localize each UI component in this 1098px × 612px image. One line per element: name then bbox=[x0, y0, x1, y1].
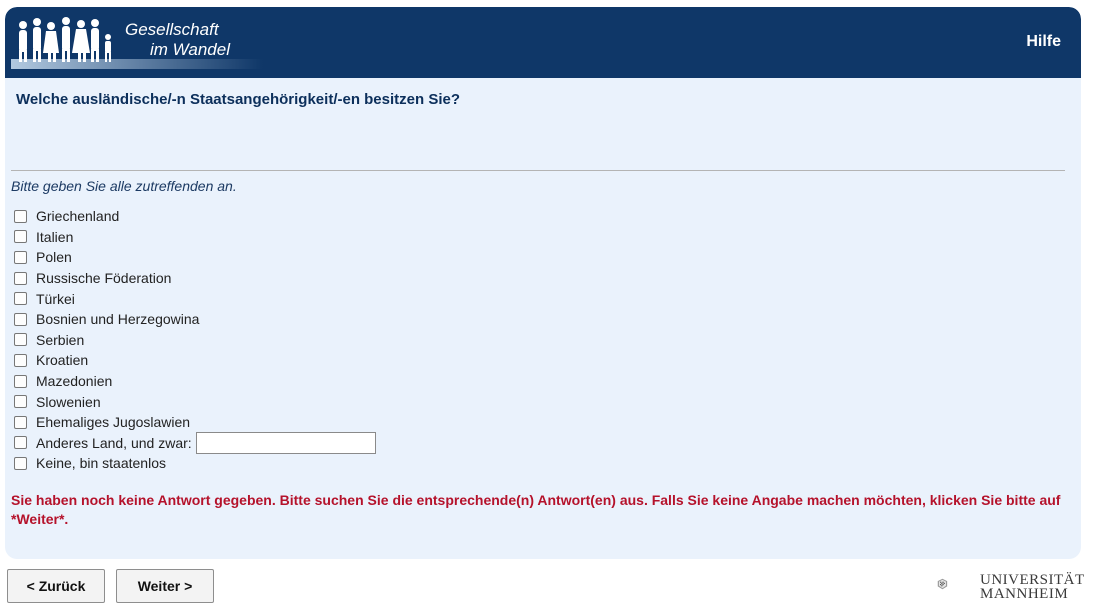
option-keine-staatenlos[interactable]: Keine, bin staatenlos bbox=[14, 453, 376, 474]
options-list: Griechenland Italien Polen Russische Föd… bbox=[14, 206, 376, 474]
option-russische-foederation[interactable]: Russische Föderation bbox=[14, 268, 376, 289]
checkbox[interactable] bbox=[14, 436, 27, 450]
option-anderes-land[interactable]: Anderes Land, und zwar: bbox=[14, 431, 376, 454]
option-label: Griechenland bbox=[36, 208, 120, 225]
option-label: Türkei bbox=[36, 290, 75, 307]
logo-text: Gesellschaft im Wandel bbox=[125, 20, 230, 60]
header-bar: Gesellschaft im Wandel Hilfe bbox=[5, 7, 1081, 78]
option-label: Kroatien bbox=[36, 352, 89, 369]
other-country-input[interactable] bbox=[195, 431, 376, 454]
option-serbien[interactable]: Serbien bbox=[14, 330, 376, 351]
checkbox[interactable] bbox=[14, 333, 27, 347]
option-label: Slowenien bbox=[36, 393, 101, 410]
checkbox[interactable] bbox=[14, 353, 27, 367]
option-label: Italien bbox=[36, 228, 74, 245]
checkbox[interactable] bbox=[14, 271, 27, 285]
logo-text-line2: im Wandel bbox=[150, 40, 230, 59]
checkbox[interactable] bbox=[14, 312, 27, 326]
option-label: Bosnien und Herzegowina bbox=[36, 311, 200, 328]
checkbox[interactable] bbox=[14, 395, 27, 409]
instruction-text: Bitte geben Sie alle zutreffenden an. bbox=[11, 178, 237, 194]
divider bbox=[11, 170, 1065, 171]
checkbox[interactable] bbox=[14, 456, 27, 470]
option-polen[interactable]: Polen bbox=[14, 247, 376, 268]
university-line2: MANNHEIM bbox=[980, 586, 1069, 602]
university-name: UNIVERSITÄT MANNHEIM bbox=[980, 572, 1085, 602]
option-tuerkei[interactable]: Türkei bbox=[14, 288, 376, 309]
checkbox[interactable] bbox=[14, 415, 27, 429]
back-button[interactable]: < Zurück bbox=[7, 569, 105, 603]
checkbox[interactable] bbox=[14, 374, 27, 388]
help-link[interactable]: Hilfe bbox=[1026, 33, 1061, 51]
checkbox[interactable] bbox=[14, 292, 27, 306]
checkbox[interactable] bbox=[14, 209, 27, 223]
question-title: Welche ausländische/-n Staatsangehörigke… bbox=[16, 91, 461, 108]
option-label: Keine, bin staatenlos bbox=[36, 455, 166, 472]
logo-text-line1: Gesellschaft bbox=[125, 20, 219, 39]
checkbox[interactable] bbox=[14, 230, 27, 244]
university-line1: UNIVERSITÄT bbox=[980, 572, 1085, 588]
option-bosnien-herzegowina[interactable]: Bosnien und Herzegowina bbox=[14, 309, 376, 330]
option-kroatien[interactable]: Kroatien bbox=[14, 350, 376, 371]
option-italien[interactable]: Italien bbox=[14, 227, 376, 248]
checkbox[interactable] bbox=[14, 250, 27, 264]
error-message: Sie haben noch keine Antwort gegeben. Bi… bbox=[11, 492, 1061, 527]
option-griechenland[interactable]: Griechenland bbox=[14, 206, 376, 227]
option-slowenien[interactable]: Slowenien bbox=[14, 391, 376, 412]
next-button[interactable]: Weiter > bbox=[116, 569, 214, 603]
option-ehemaliges-jugoslawien[interactable]: Ehemaliges Jugoslawien bbox=[14, 412, 376, 433]
option-label: Ehemaliges Jugoslawien bbox=[36, 414, 191, 431]
option-label: Anderes Land, und zwar: bbox=[36, 434, 192, 451]
option-label: Mazedonien bbox=[36, 373, 113, 390]
option-label: Russische Föderation bbox=[36, 270, 172, 287]
option-label: Polen bbox=[36, 249, 72, 266]
option-label: Serbien bbox=[36, 331, 85, 348]
option-mazedonien[interactable]: Mazedonien bbox=[14, 371, 376, 392]
university-crest-icon bbox=[937, 578, 948, 590]
